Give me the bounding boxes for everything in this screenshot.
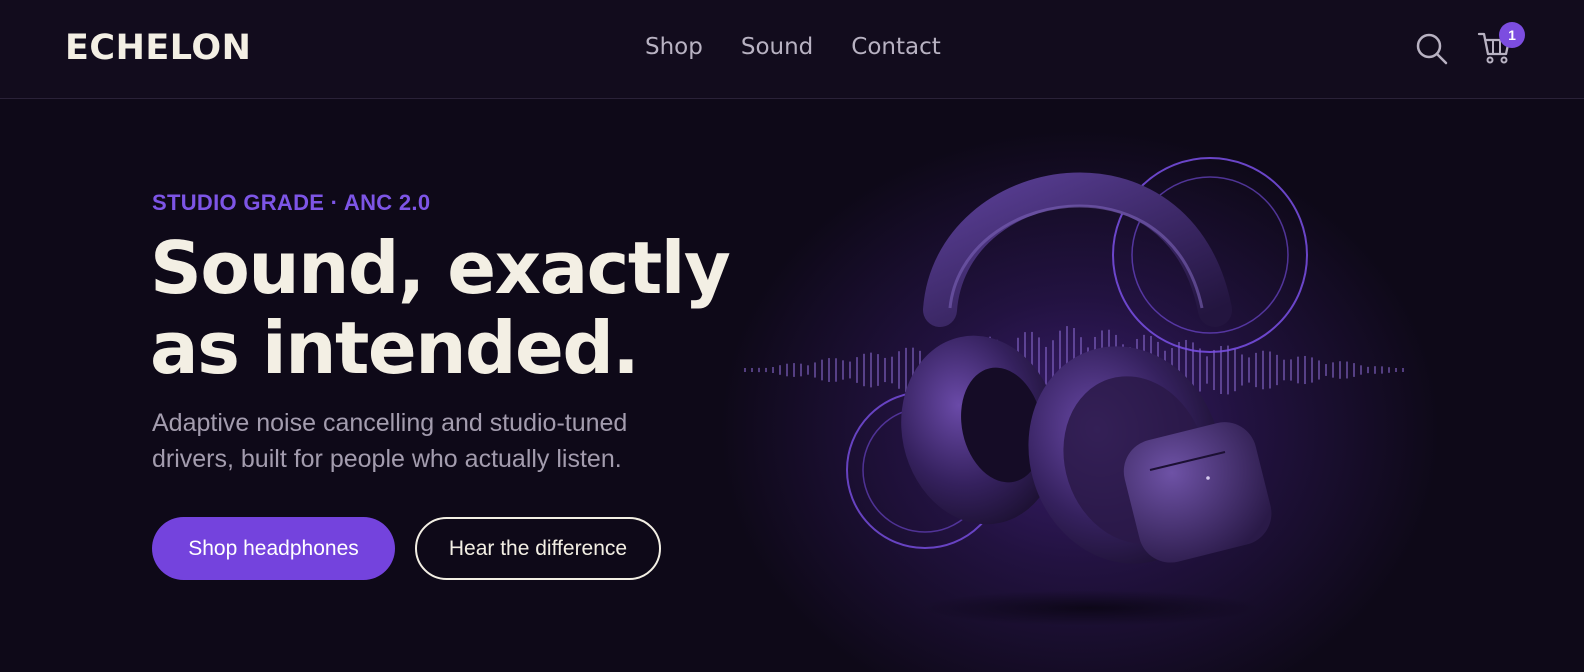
logo[interactable]: ECHELON <box>65 28 251 68</box>
subtext-line-2: drivers, built for people who actually l… <box>152 445 622 473</box>
site-header: ECHELON Shop Sound Contact 1 <box>0 0 1584 99</box>
headline-line-1: Sound, exactly <box>150 226 731 310</box>
main-nav: Shop Sound Contact <box>645 34 941 60</box>
nav-link-shop[interactable]: Shop <box>645 34 703 60</box>
nav-link-contact[interactable]: Contact <box>851 34 940 60</box>
headline-line-2: as intended. <box>150 306 640 390</box>
hero-subtext: Adaptive noise cancelling and studio-tun… <box>152 405 712 477</box>
search-icon[interactable] <box>1415 32 1449 66</box>
nav-link-sound[interactable]: Sound <box>741 34 813 60</box>
cart-count-badge: 1 <box>1499 22 1525 48</box>
hear-difference-button[interactable]: Hear the difference <box>415 517 661 580</box>
hero-eyebrow: STUDIO GRADE · ANC 2.0 <box>152 190 431 215</box>
subtext-line-1: Adaptive noise cancelling and studio-tun… <box>152 409 628 437</box>
hero-headline: Sound, exactly as intended. <box>150 228 790 388</box>
product-image <box>740 140 1440 640</box>
shop-headphones-button[interactable]: Shop headphones <box>152 517 395 580</box>
